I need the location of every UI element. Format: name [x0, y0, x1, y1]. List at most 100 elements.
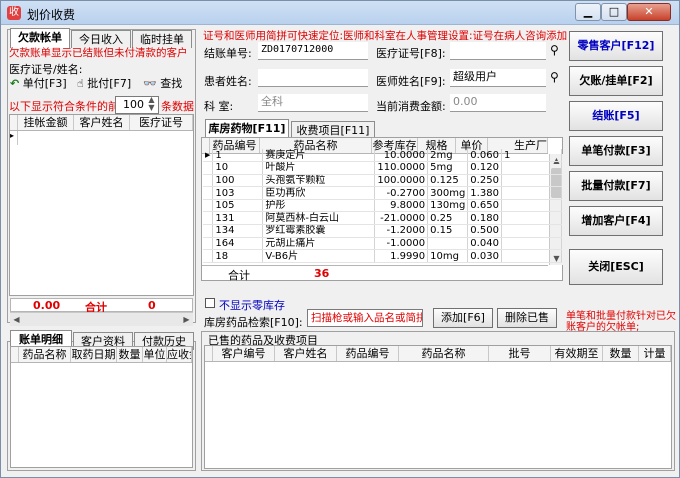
- drug-stock-cell: -1.2000: [374, 224, 429, 238]
- cert-lookup-binoculars-icon[interactable]: ⚲: [550, 43, 559, 57]
- close-icon: ✕: [644, 5, 654, 18]
- batch-pay-button[interactable]: ☝ 批付[F7]: [77, 75, 139, 95]
- col-qty[interactable]: 数量: [117, 347, 143, 362]
- add-button[interactable]: 添加[F6]: [433, 308, 493, 328]
- col-measure[interactable]: 计量: [639, 346, 671, 361]
- drug-spec-cell: 0.15: [427, 224, 469, 238]
- bill-no-field[interactable]: ZD0170712000: [258, 42, 368, 60]
- col-cert-no[interactable]: 医疗证号: [130, 115, 193, 130]
- col-sold-drug-code[interactable]: 药品编号: [337, 346, 399, 361]
- drug-name-cell: 罗红霉素胶囊: [262, 224, 376, 238]
- delete-sold-button[interactable]: 删除已售: [497, 308, 557, 328]
- app-window: 收 划价收费 ▁ □ ✕ 欠款帐单 今日收入 临时挂单 欠款账单显示已结账但未付…: [0, 0, 680, 478]
- row-indicator-col: [10, 115, 18, 130]
- drug-row[interactable]: 105 护彤 9.8000 130mg 0.650: [203, 199, 562, 213]
- drug-stock-cell: -0.2700: [374, 186, 429, 200]
- drug-row[interactable]: 103 臣功再欣 -0.2700 300mg 1.380: [203, 186, 562, 200]
- drug-maker-cell: 1: [501, 149, 562, 163]
- drug-price-cell: 0.500: [467, 224, 502, 238]
- col-customer-no[interactable]: 客户编号: [213, 346, 275, 361]
- row-indicator: [203, 199, 214, 213]
- col-sold-customer-name[interactable]: 客户姓名: [275, 346, 337, 361]
- col-expiry[interactable]: 有效期至: [551, 346, 603, 361]
- row-indicator: [203, 161, 214, 175]
- col-unit[interactable]: 单位: [143, 347, 167, 362]
- drug-code-cell: 18: [212, 249, 264, 263]
- drug-price-cell: 0.040: [467, 237, 502, 251]
- drug-row[interactable]: 100 头孢氨苄颗粒 100.0000 0.125 0.250: [203, 174, 562, 188]
- drug-row[interactable]: ▶ 1 赛庚定片 10.0000 2mg 0.060 1: [203, 149, 562, 163]
- doctor-name-field[interactable]: 超级用户: [450, 69, 546, 87]
- col-customer-name[interactable]: 客户姓名: [74, 115, 130, 130]
- drug-name-cell: 护彤: [262, 199, 376, 213]
- single-pay-button[interactable]: ↶ 单付[F3]: [10, 75, 72, 95]
- drug-code-cell: 100: [212, 174, 264, 188]
- app-icon: 收: [7, 6, 21, 20]
- days-spinner[interactable]: 100 ▲ ▼: [115, 96, 159, 114]
- drug-row[interactable]: 131 阿莫西林-白云山 -21.0000 0.25 0.180: [203, 211, 562, 226]
- drug-maker-cell: [501, 237, 562, 251]
- single-payment-button[interactable]: 单笔付款[F3]: [569, 136, 663, 166]
- search-label: 查找: [160, 77, 183, 90]
- debt-notice: 欠款账单显示已结账但未付清款的客户: [9, 47, 188, 59]
- row-indicator: [203, 211, 214, 226]
- sold-grid[interactable]: 客户编号 客户姓名 药品编号 药品名称 批号 有效期至 数量 计量: [204, 345, 672, 469]
- row-indicator: [203, 224, 214, 238]
- dept-field[interactable]: 全科: [258, 94, 368, 112]
- col-pickup-date[interactable]: 取药日期: [71, 347, 117, 362]
- debt-hscrollbar[interactable]: ◀ ▶: [10, 312, 193, 326]
- debt-hold-button[interactable]: 欠账/挂单[F2]: [569, 66, 663, 96]
- drug-price-cell: 0.650: [467, 199, 502, 213]
- col-batch-no[interactable]: 批号: [489, 346, 551, 361]
- drug-row[interactable]: 164 元胡止痛片 -1.0000 0.040: [203, 237, 562, 251]
- doctor-lookup-binoculars-icon[interactable]: ⚲: [550, 70, 559, 84]
- close-window-button[interactable]: ✕: [627, 3, 671, 21]
- drug-price-cell: 0.030: [467, 249, 502, 263]
- bill-no-label: 结账单号:: [204, 47, 252, 60]
- drug-name-cell: 阿莫西林-白云山: [262, 211, 376, 226]
- drug-stock-cell: 10.0000: [374, 149, 429, 163]
- drug-stock-cell: -1.0000: [374, 237, 429, 251]
- debt-grid-header: 挂帐金额 客户姓名 医疗证号: [10, 115, 193, 131]
- drug-table: ▶ 1 赛庚定片 10.0000 2mg 0.060 1 10 叶酸片 110.0000 5mg 0.…: [203, 149, 562, 263]
- debt-grid[interactable]: 挂帐金额 客户姓名 医疗证号 ▸: [9, 114, 194, 296]
- detail-grid[interactable]: 药品名称 取药日期 数量 单位 应收金: [10, 346, 193, 468]
- drug-maker-cell: [501, 161, 562, 175]
- cert-no-label: 医疗证号[F8]:: [376, 47, 446, 60]
- drug-code-cell: 105: [212, 199, 264, 213]
- spin-down-icon[interactable]: ▼: [145, 104, 158, 112]
- drug-spec-cell: 0.125: [427, 174, 469, 188]
- batch-payment-button[interactable]: 批量付款[F7]: [569, 171, 663, 201]
- close-esc-button[interactable]: 关闭[ESC]: [569, 249, 663, 285]
- drug-row[interactable]: 18 V-B6片 1.9990 10mg 0.030: [203, 249, 562, 263]
- debt-total-row: 0.00 合计 0: [10, 298, 193, 314]
- detail-indicator-col: [11, 347, 19, 362]
- drug-name-cell: 头孢氨苄颗粒: [262, 174, 376, 188]
- drug-search-input[interactable]: 扫描枪或输入品名或简拼: [307, 309, 423, 327]
- title-bar: 收 划价收费 ▁ □ ✕: [1, 1, 679, 25]
- cert-no-field[interactable]: [450, 42, 546, 60]
- scroll-left-icon[interactable]: ◀: [10, 313, 23, 326]
- zero-stock-checkbox[interactable]: [205, 298, 215, 308]
- col-receivable[interactable]: 应收金: [167, 347, 192, 362]
- drug-row[interactable]: 10 叶酸片 110.0000 5mg 0.120: [203, 161, 562, 175]
- drug-price-cell: 0.120: [467, 161, 502, 175]
- add-customer-button[interactable]: 增加客户[F4]: [569, 206, 663, 236]
- tab-pharmacy-drugs[interactable]: 库房药物[F11]: [205, 119, 289, 139]
- checkout-button[interactable]: 结账[F5]: [569, 101, 663, 131]
- search-button[interactable]: 👓 查找: [143, 75, 191, 95]
- col-drug-name[interactable]: 药品名称: [19, 347, 71, 362]
- minimize-button[interactable]: ▁: [575, 3, 601, 21]
- scroll-right-icon[interactable]: ▶: [180, 313, 193, 326]
- maximize-icon: □: [608, 5, 620, 18]
- col-sold-qty[interactable]: 数量: [603, 346, 639, 361]
- drug-maker-cell: [501, 186, 562, 200]
- drug-code-cell: 134: [212, 224, 264, 238]
- drug-row[interactable]: 134 罗红霉素胶囊 -1.2000 0.15 0.500: [203, 224, 562, 238]
- col-debt-amount[interactable]: 挂帐金额: [18, 115, 74, 130]
- maximize-button[interactable]: □: [601, 3, 627, 21]
- drug-code-cell: 103: [212, 186, 264, 200]
- retail-customer-button[interactable]: 零售客户[F12]: [569, 31, 663, 61]
- col-sold-drug-name[interactable]: 药品名称: [399, 346, 489, 361]
- patient-name-field[interactable]: [258, 69, 368, 87]
